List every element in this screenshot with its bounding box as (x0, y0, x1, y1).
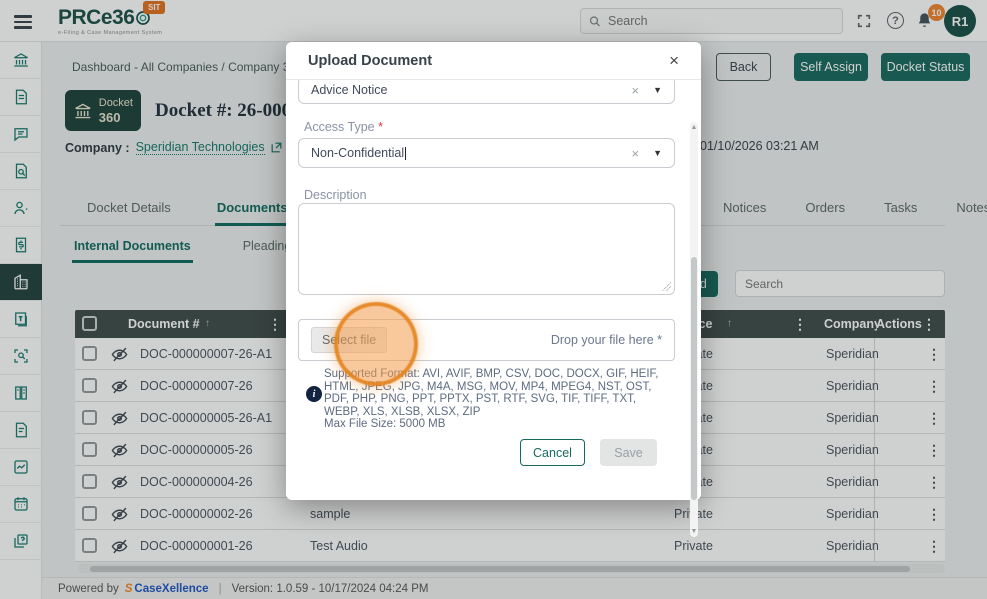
access-type-label: Access Type * (304, 120, 383, 134)
chevron-down-icon[interactable]: ▼ (653, 85, 662, 95)
description-textarea[interactable] (298, 203, 675, 295)
supported-format-text: Supported Format: AVI, AVIF, BMP, CSV, D… (324, 368, 659, 418)
cancel-button[interactable]: Cancel (520, 439, 585, 466)
description-label: Description (304, 188, 367, 202)
resize-grip[interactable] (662, 282, 671, 291)
chevron-down-icon[interactable]: ▼ (653, 148, 662, 158)
select-file-button[interactable]: Select file (311, 327, 388, 353)
drop-hint: Drop your file here * (550, 333, 662, 347)
clear-icon[interactable]: × (631, 146, 639, 161)
close-icon[interactable]: × (669, 52, 679, 69)
info-icon: i (306, 386, 322, 402)
modal-header: Upload Document × (286, 42, 701, 80)
max-file-size-text: Max File Size: 5000 MB (324, 418, 446, 430)
access-type-select[interactable]: Non-Confidential × ▼ (298, 138, 675, 168)
required-asterisk: * (378, 120, 383, 134)
document-type-value: Advice Notice (311, 83, 388, 97)
modal-title: Upload Document (308, 52, 433, 69)
text-cursor (405, 146, 407, 160)
clear-icon[interactable]: × (631, 83, 639, 98)
modal-scrollbar[interactable]: ▲ ▼ (690, 122, 698, 537)
app-root: PRCe36 e-Filing & Case Management System… (0, 0, 987, 599)
document-type-select[interactable]: Advice Notice × ▼ (298, 76, 675, 104)
upload-document-modal: Upload Document × Advice Notice × ▼ Acce… (286, 42, 701, 537)
access-type-value: Non-Confidential (311, 146, 405, 160)
file-drop-area[interactable]: Select file Drop your file here * (298, 319, 675, 361)
save-button[interactable]: Save (600, 439, 657, 466)
